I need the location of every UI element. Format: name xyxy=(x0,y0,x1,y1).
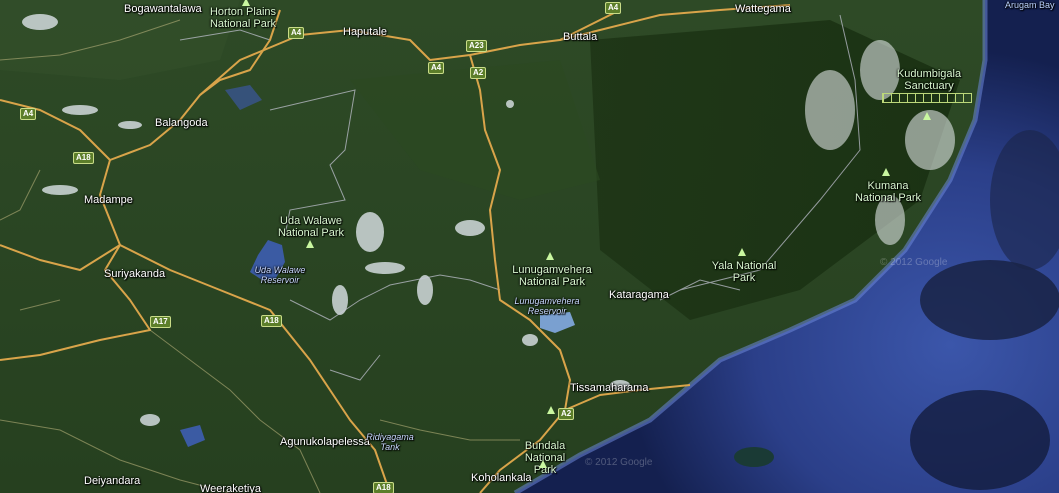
sea-cloud xyxy=(910,390,1050,490)
town-label-buttala: Buttala xyxy=(563,31,598,43)
road-shield: A2 xyxy=(558,408,575,420)
copyright-watermark: © 2012 Google xyxy=(585,457,653,468)
water-label-arugam-bay: Arugam Bay xyxy=(1005,0,1055,10)
park-tree-icon xyxy=(882,168,890,176)
road-shield: A17 xyxy=(150,316,171,328)
park-tree-icon xyxy=(306,240,314,248)
plains-area xyxy=(350,60,600,200)
town-label-agunukolapelessa: Agunukolapelessa xyxy=(280,436,370,448)
park-label-lunugamvehera: Lunugamvehera National Park xyxy=(512,264,592,288)
sanctuary-boundary xyxy=(882,93,972,103)
road-shield: A18 xyxy=(261,315,282,327)
park-label-kudumbigala: Kudumbigala Sanctuary xyxy=(896,68,962,92)
road-shield: A18 xyxy=(373,482,394,493)
town-label-deiyandara: Deiyandara xyxy=(84,475,141,487)
park-tree-icon xyxy=(546,252,554,260)
park-label-kumana: Kumana National Park xyxy=(854,180,922,204)
park-label-yala: Yala National Park xyxy=(711,260,777,284)
park-tree-icon xyxy=(547,406,555,414)
park-label-horton-plains: Horton Plains National Park xyxy=(209,6,277,30)
town-label-suriyakanda: Suriyakanda xyxy=(104,268,166,280)
town-label-balangoda: Balangoda xyxy=(155,117,208,129)
park-label-uda-walawe: Uda Walawe National Park xyxy=(277,215,345,239)
road-shield: A4 xyxy=(605,2,622,14)
satellite-map[interactable]: Bogawantalawa Haputale Buttala Wattegama… xyxy=(0,0,1059,493)
town-label-tissamaharama: Tissamaharama xyxy=(570,382,649,394)
park-tree-icon xyxy=(923,112,931,120)
sea-cloud xyxy=(920,260,1059,340)
water-label-lunugamvehera-reservoir: Lunugamvehera Reservoir xyxy=(514,296,580,316)
park-tree-icon xyxy=(539,460,547,468)
town-label-kataragama: Kataragama xyxy=(609,289,669,301)
water-label-uda-walawe-reservoir: Uda Walawe Reservoir xyxy=(254,265,306,285)
road-shield: A4 xyxy=(20,108,37,120)
road-shield: A23 xyxy=(466,40,487,52)
road-shield: A2 xyxy=(470,67,487,79)
lake-shape xyxy=(225,85,262,110)
ridiyagama-tank-shape xyxy=(180,425,205,447)
sea-island xyxy=(734,447,774,467)
park-tree-icon xyxy=(242,0,250,6)
town-label-haputale: Haputale xyxy=(343,26,388,38)
park-tree-icon xyxy=(738,248,746,256)
town-label-weeraketiya: Weeraketiya xyxy=(200,483,261,493)
town-label-madampe: Madampe xyxy=(84,194,133,206)
town-label-bogawantalawa: Bogawantalawa xyxy=(124,3,202,15)
road-shield: A4 xyxy=(288,27,305,39)
copyright-watermark: © 2012 Google xyxy=(880,257,948,268)
water-label-ridiyagama-tank: Ridiyagama Tank xyxy=(366,432,414,452)
road-shield: A4 xyxy=(428,62,445,74)
road-shield: A18 xyxy=(73,152,94,164)
town-label-wattegama: Wattegama xyxy=(735,3,791,15)
park-label-bundala: Bundala National Park xyxy=(524,440,566,476)
